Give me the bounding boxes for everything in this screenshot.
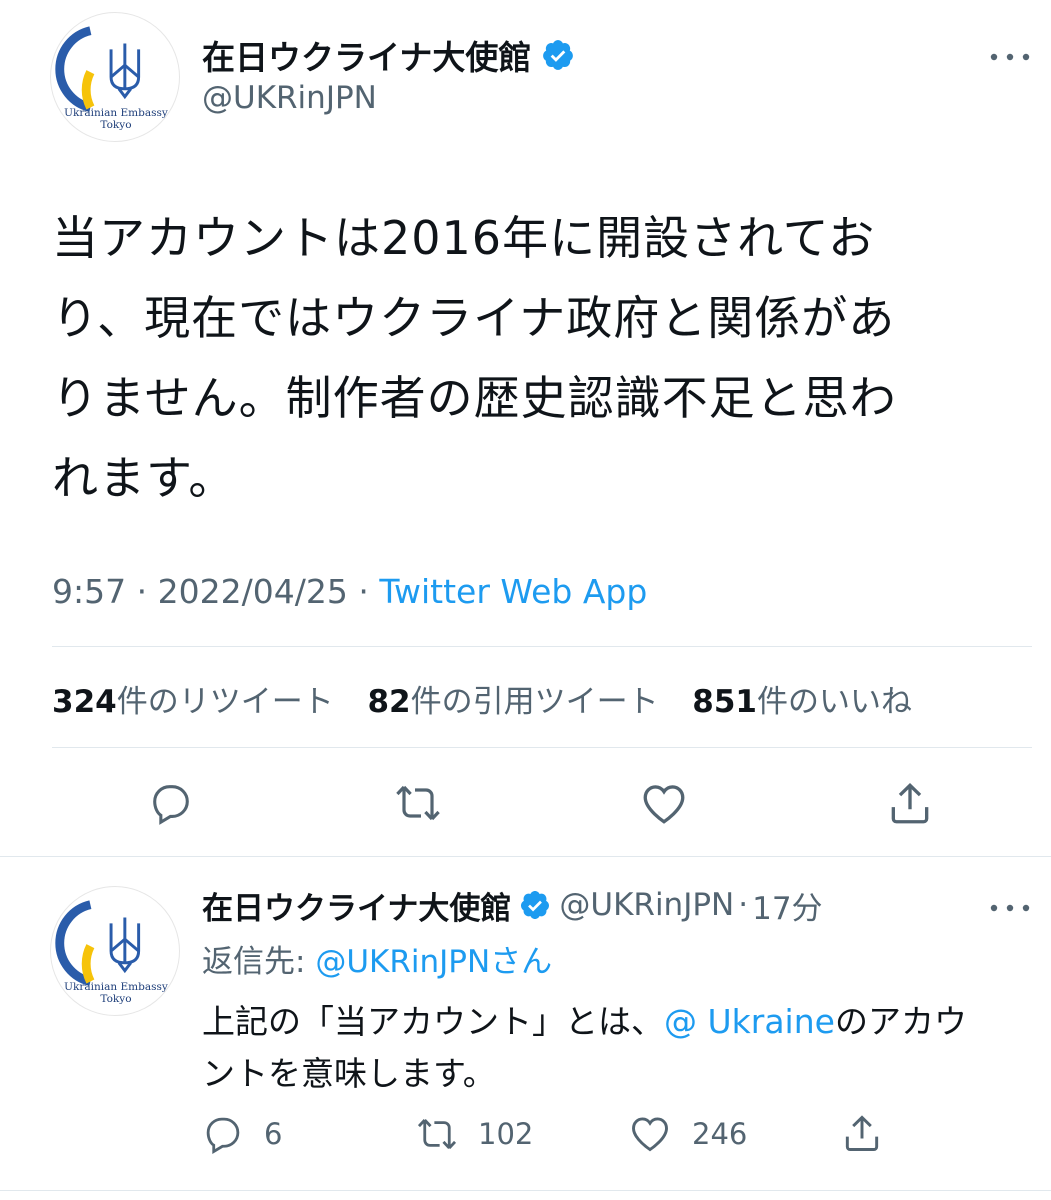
- retweets-label: 件のリツイート: [116, 684, 334, 720]
- retweets-count: 324: [52, 684, 117, 720]
- reply-body-text: 上記の「当アカウント」とは、: [202, 1002, 664, 1041]
- likes-count: 851: [692, 684, 758, 720]
- replying-to-handle[interactable]: @UKRinJPN: [315, 944, 490, 980]
- tweet-body-line: り、現在ではウクライナ政府と関係があ: [52, 291, 896, 345]
- divider: [52, 646, 1032, 647]
- retweet-icon: [417, 1119, 457, 1149]
- tweet-body-line: 当アカウントは2016年に開設されてお: [52, 211, 876, 265]
- tweet-body: 当アカウントは2016年に開設されてお り、現在ではウクライナ政府と関係があ り…: [52, 198, 1012, 518]
- verified-badge-icon: [541, 38, 575, 72]
- heart-icon: [632, 1117, 668, 1152]
- author-name[interactable]: 在日ウクライナ大使館: [202, 31, 531, 79]
- share-icon: [845, 1115, 879, 1151]
- reply-like-button[interactable]: 246: [628, 1110, 747, 1158]
- tweet-timestamp-row: 9:57 · 2022/04/25 · Twitter Web App: [52, 572, 647, 611]
- quotes-count: 82: [367, 684, 411, 720]
- tweet-stats-row: 324件のリツイート 82件の引用ツイート 851件のいいね: [52, 676, 912, 721]
- reply-share-button[interactable]: [840, 1108, 884, 1158]
- verified-badge-icon: [519, 889, 551, 921]
- reply-author-name[interactable]: 在日ウクライナ大使館: [202, 883, 511, 928]
- retweet-count: 102: [478, 1117, 534, 1151]
- tweet-date[interactable]: 2022/04/25: [158, 572, 348, 611]
- reply-button[interactable]: [146, 778, 196, 828]
- divider: [52, 747, 1032, 748]
- replying-to-suffix[interactable]: さん: [490, 944, 552, 980]
- share-icon: [891, 782, 929, 824]
- likes-stat[interactable]: 851件のいいね: [692, 684, 912, 720]
- heart-icon: [643, 785, 685, 824]
- tweet-source-link[interactable]: Twitter Web App: [379, 572, 647, 611]
- like-count: 246: [692, 1117, 748, 1151]
- share-button[interactable]: [884, 776, 936, 830]
- reply-retweet-button[interactable]: 102: [414, 1110, 533, 1158]
- replying-to-label: 返信先:: [202, 944, 306, 980]
- separator-dot: ·: [358, 572, 369, 611]
- reply-icon: [153, 785, 189, 825]
- reply-icon: [206, 1117, 240, 1154]
- quotes-stat[interactable]: 82件の引用ツイート: [367, 684, 668, 720]
- reply-body-text: ントを意味します。: [202, 1054, 496, 1093]
- tweet-time[interactable]: 9:57: [52, 572, 126, 611]
- avatar-caption-line1: Ukrainian Embassy: [64, 981, 168, 993]
- reply-body: 上記の「当アカウント」とは、@ Ukraineのアカウ ントを意味します。: [202, 996, 1032, 1100]
- author-avatar[interactable]: Ukrainian Embassy Tokyo: [50, 12, 180, 142]
- quotes-label: 件の引用ツイート: [410, 684, 659, 720]
- more-options-icon[interactable]: [988, 47, 1032, 67]
- like-button[interactable]: [638, 778, 690, 830]
- reply-author-avatar[interactable]: Ukrainian Embassy Tokyo: [50, 886, 180, 1016]
- reply-reply-button[interactable]: 6: [202, 1110, 282, 1158]
- replying-to: 返信先: @UKRinJPNさん: [202, 936, 552, 981]
- reply-time-ago[interactable]: 17分: [752, 883, 822, 928]
- author-handle[interactable]: @UKRinJPN: [202, 80, 377, 116]
- likes-label: 件のいいね: [757, 684, 913, 720]
- more-options-icon[interactable]: [988, 898, 1032, 918]
- retweet-icon: [396, 785, 440, 821]
- tweet-body-line: れます。: [52, 451, 236, 505]
- retweet-button[interactable]: [388, 778, 448, 828]
- divider: [0, 856, 1051, 857]
- reply-header: 在日ウクライナ大使館 @UKRinJPN · 17分: [202, 883, 823, 928]
- separator-dot: ·: [738, 887, 749, 923]
- tweet-body-line: りません。制作者の歴史認識不足と思わ: [52, 371, 897, 425]
- avatar-caption-line2: Tokyo: [100, 993, 132, 1005]
- reply-author-handle[interactable]: @UKRinJPN: [559, 887, 734, 923]
- retweets-stat[interactable]: 324件のリツイート: [52, 684, 344, 720]
- divider: [0, 1190, 1051, 1191]
- separator-dot: ·: [136, 572, 148, 611]
- avatar-caption-line2: Tokyo: [100, 119, 132, 131]
- avatar-caption-line1: Ukrainian Embassy: [64, 107, 168, 119]
- mention-link[interactable]: @ Ukraine: [664, 1002, 835, 1041]
- reply-count: 6: [264, 1117, 283, 1151]
- reply-body-text: のアカウ: [834, 1002, 967, 1041]
